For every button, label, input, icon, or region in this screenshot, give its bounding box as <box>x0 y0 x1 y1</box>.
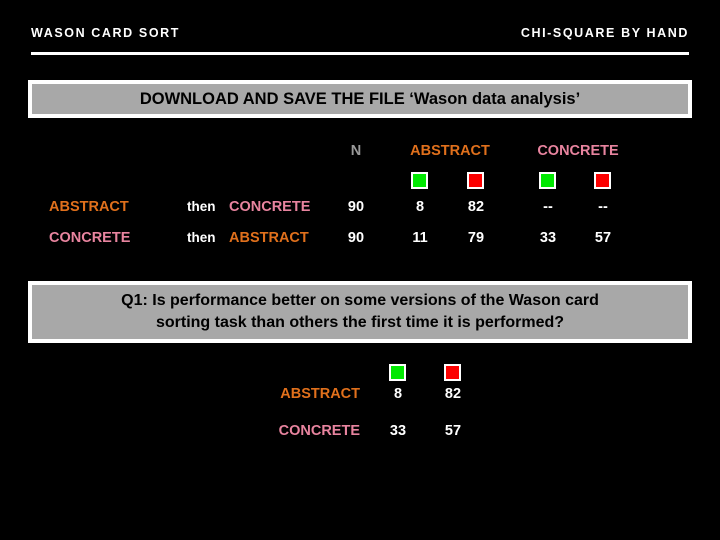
header-right-title: CHI-SQUARE BY HAND <box>520 26 689 40</box>
row-connector: then <box>187 199 216 214</box>
table-top-header-row: N ABSTRACT CONCRETE <box>0 143 720 167</box>
table-bottom-swatch-row <box>0 360 720 386</box>
bottom-red-swatch-icon <box>444 364 461 381</box>
cell-abstract-red: 82 <box>467 199 485 215</box>
table-row: ABSTRACT 8 82 <box>0 386 720 423</box>
question-line-1: Q1: Is performance better on some versio… <box>121 292 599 310</box>
cell-n: 90 <box>347 230 365 246</box>
column-header-concrete: CONCRETE <box>537 143 619 159</box>
bottom-green-swatch-icon <box>389 364 406 381</box>
question-banner: Q1: Is performance better on some versio… <box>28 281 692 343</box>
bottom-row-label: CONCRETE <box>278 423 360 439</box>
row-label-target: CONCRETE <box>229 199 311 215</box>
header-left-title: WASON CARD SORT <box>31 26 180 40</box>
abstract-green-swatch-icon <box>411 172 428 189</box>
cell-n: 90 <box>347 199 365 215</box>
bottom-cell-red: 57 <box>444 423 462 439</box>
row-label-target: ABSTRACT <box>229 230 309 246</box>
row-label-source: ABSTRACT <box>49 199 129 215</box>
column-header-n: N <box>350 143 362 159</box>
column-header-abstract: ABSTRACT <box>410 143 490 159</box>
results-table-bottom: ABSTRACT 8 82 CONCRETE 33 57 <box>0 360 720 460</box>
slide: WASON CARD SORT CHI-SQUARE BY HAND DOWNL… <box>0 0 720 540</box>
table-row: ABSTRACT then CONCRETE 90 8 82 -- -- <box>0 199 720 230</box>
cell-concrete-red: 57 <box>594 230 612 246</box>
header-divider <box>31 52 689 55</box>
concrete-green-swatch-icon <box>539 172 556 189</box>
cell-abstract-red: 79 <box>467 230 485 246</box>
question-line-2: sorting task than others the first time … <box>155 314 565 331</box>
bottom-cell-red: 82 <box>444 386 462 402</box>
bottom-cell-green: 33 <box>389 423 407 439</box>
download-banner: DOWNLOAD AND SAVE THE FILE ‘Wason data a… <box>28 80 692 118</box>
table-top-swatch-row <box>0 167 720 199</box>
cell-concrete-green: -- <box>543 199 553 215</box>
row-label-source: CONCRETE <box>49 230 131 246</box>
cell-concrete-green: 33 <box>539 230 557 246</box>
cell-abstract-green: 8 <box>415 199 425 215</box>
question-banner-body: Q1: Is performance better on some versio… <box>121 290 599 333</box>
bottom-row-label: ABSTRACT <box>280 386 360 402</box>
table-row: CONCRETE 33 57 <box>0 423 720 460</box>
table-row: CONCRETE then ABSTRACT 90 11 79 33 57 <box>0 230 720 261</box>
slide-header: WASON CARD SORT CHI-SQUARE BY HAND <box>0 26 720 52</box>
download-banner-text: DOWNLOAD AND SAVE THE FILE ‘Wason data a… <box>139 89 581 108</box>
bottom-cell-green: 8 <box>393 386 403 402</box>
cell-abstract-green: 11 <box>412 230 428 246</box>
abstract-red-swatch-icon <box>467 172 484 189</box>
concrete-red-swatch-icon <box>594 172 611 189</box>
cell-concrete-red: -- <box>598 199 608 215</box>
row-connector: then <box>187 230 216 245</box>
results-table-top: N ABSTRACT CONCRETE ABSTRACT then CONCRE… <box>0 143 720 261</box>
